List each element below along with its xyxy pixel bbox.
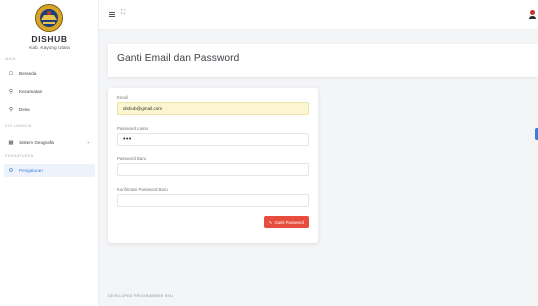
- map-icon: ▦: [8, 139, 14, 146]
- section-main-label: MAIN: [5, 57, 16, 61]
- sidebar-item-label: Pengaturan: [19, 168, 43, 173]
- old-password-value: •••: [123, 136, 132, 143]
- page-title: Ganti Email dan Password: [117, 53, 240, 64]
- pin-icon: ⚲: [8, 88, 14, 95]
- section-pengaturan-label: PENGATURAN: [5, 154, 34, 158]
- new-password-label: Password Baru: [117, 156, 147, 161]
- sidebar-item-beranda[interactable]: ☖ Beranda: [4, 67, 95, 80]
- confirm-password-label: Konfirmasi Password Baru: [117, 187, 168, 192]
- chevron-right-icon: ›: [87, 139, 89, 146]
- gear-icon: ⚙: [8, 167, 14, 174]
- change-password-button-label: Ganti Password: [274, 219, 304, 225]
- sidebar-item-label: Beranda: [19, 71, 37, 76]
- sidebar-item-kecamatan[interactable]: ⚲ Kecamatan: [4, 85, 95, 98]
- section-lainnya-label: SIG LAINNYA: [5, 124, 32, 128]
- key-icon: ✎: [268, 219, 273, 225]
- app-root: DISHUB Kab. Kayong Utara MAIN ☖ Beranda …: [0, 0, 538, 306]
- user-avatar[interactable]: [529, 10, 536, 19]
- sidebar: DISHUB Kab. Kayong Utara MAIN ☖ Beranda …: [0, 0, 99, 306]
- new-password-field[interactable]: [117, 163, 309, 176]
- change-password-button[interactable]: ✎ Ganti Password: [263, 216, 309, 228]
- fullscreen-icon[interactable]: ⛶: [121, 10, 125, 17]
- page-header: Ganti Email dan Password: [108, 44, 538, 77]
- dishub-logo-icon: [35, 4, 63, 32]
- pin-icon: ⚲: [8, 106, 14, 113]
- email-label: Email: [117, 95, 128, 100]
- email-field[interactable]: dishub@gmail.com: [117, 102, 309, 115]
- footer-text: DEVELOPED PROGRAMMER KKU: [108, 294, 174, 298]
- confirm-password-field[interactable]: [117, 194, 309, 207]
- home-icon: ☖: [8, 70, 14, 77]
- old-password-label: Password Lama: [117, 126, 148, 131]
- old-password-field[interactable]: •••: [117, 133, 309, 146]
- topbar: ⛶: [99, 0, 538, 30]
- email-value: dishub@gmail.com: [123, 106, 163, 111]
- sidebar-item-pengaturan[interactable]: ⚙ Pengaturan: [4, 164, 95, 177]
- sidebar-item-label: Sistem Geografis: [19, 140, 55, 145]
- brand-subtitle: Kab. Kayong Utara: [29, 46, 70, 51]
- sidebar-item-sistem-geografis[interactable]: ▦ Sistem Geografis ›: [4, 136, 95, 149]
- brand-name: DISHUB: [31, 34, 68, 44]
- change-credentials-form: Email dishub@gmail.com Password Lama •••…: [108, 88, 318, 243]
- hamburger-menu-icon[interactable]: [109, 12, 115, 17]
- sidebar-item-desa[interactable]: ⚲ Desa: [4, 103, 95, 116]
- sidebar-item-label: Desa: [19, 107, 30, 112]
- sidebar-item-label: Kecamatan: [19, 89, 43, 94]
